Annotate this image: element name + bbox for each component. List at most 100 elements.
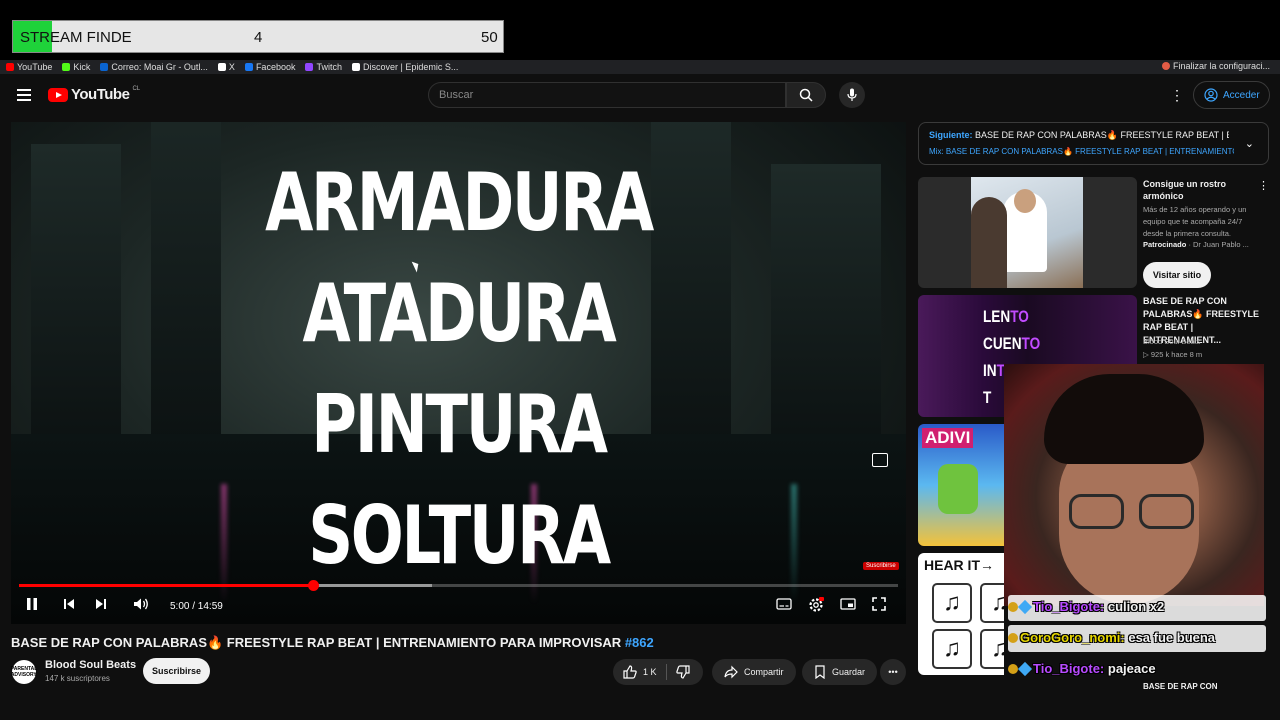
previous-icon	[64, 599, 74, 609]
bookmark-label: Kick	[73, 62, 91, 72]
youtube-play-icon	[48, 87, 68, 102]
chat-username: Tio_Bigote:	[1033, 661, 1105, 676]
pause-button[interactable]	[26, 597, 38, 614]
ad-image-head	[1014, 189, 1036, 213]
bookmark-item[interactable]: X	[217, 62, 235, 72]
up-next-prefix: Siguiente:	[929, 130, 973, 140]
subscribe-watermark[interactable]: Suscribirse	[863, 562, 899, 570]
ad-sponsored-label: Patrocinado	[1143, 240, 1187, 249]
bookmark-icon	[815, 665, 825, 679]
facebook-icon	[244, 63, 253, 71]
share-label: Compartir	[744, 667, 784, 677]
youtube-logo[interactable]: YouTube CL	[48, 86, 140, 103]
thumbnail-text: ADIVI	[922, 428, 974, 448]
more-actions-button[interactable]: •••	[880, 659, 906, 685]
visit-site-button[interactable]: Visitar sitio	[1143, 262, 1211, 288]
chat-text: pajeace	[1107, 661, 1156, 676]
dislike-icon[interactable]	[675, 665, 690, 679]
logo-text: YouTube	[71, 86, 130, 103]
thumb-word: T	[983, 388, 992, 407]
lyric-word: PINTURA	[311, 378, 608, 471]
channel-avatar[interactable]: PARENTAL ADVISORY	[11, 660, 37, 684]
video-hashtag[interactable]: #862	[625, 635, 654, 650]
cartoon-character	[938, 464, 978, 514]
lyric-word: SOLTURA	[308, 489, 611, 582]
bookmark-finish-setup[interactable]: Finalizar la configuraci...	[1161, 61, 1270, 71]
bookmark-label: Correo: Moai Gr - Outl...	[111, 62, 208, 72]
menu-icon[interactable]	[17, 89, 31, 101]
music-note-icon: ♫	[932, 629, 972, 669]
like-count[interactable]: 1 K	[643, 667, 657, 677]
bookmark-item[interactable]: Correo: Moai Gr - Outl...	[100, 62, 208, 72]
bookmark-label: YouTube	[17, 62, 53, 72]
bookmark-item[interactable]: Facebook	[244, 62, 296, 72]
signin-button[interactable]: Acceder	[1193, 81, 1270, 109]
outlook-icon	[100, 63, 109, 71]
thumbnail-text: HEAR IT→	[924, 557, 994, 573]
search-button[interactable]	[786, 82, 826, 108]
bookmark-item[interactable]: Discover | Epidemic S...	[351, 62, 459, 72]
search-input[interactable]: Buscar	[428, 82, 786, 108]
signin-label: Acceder	[1223, 89, 1260, 101]
video-player[interactable]: ARMADURA ATADURA PINTURA SOLTURA Suscrib…	[11, 122, 906, 624]
subtitles-button[interactable]	[776, 597, 792, 614]
played-bar	[19, 584, 313, 587]
country-code: CL	[132, 85, 141, 92]
video-thumbnail[interactable]: ADIVI	[918, 424, 1004, 546]
miniplayer-overlay-icon[interactable]	[872, 453, 888, 467]
bookmark-item[interactable]: Twitch	[305, 62, 342, 72]
search-icon	[799, 88, 813, 102]
save-label: Guardar	[832, 667, 866, 677]
chevron-down-icon[interactable]: ⌄	[1245, 137, 1254, 150]
chat-text: esa fue buena	[1128, 630, 1216, 645]
previous-button[interactable]	[63, 597, 75, 614]
ad-thumbnail[interactable]	[918, 177, 1137, 288]
sidebar-video-channel[interactable]: Blood Soul Beats	[1143, 337, 1201, 346]
next-icon	[96, 599, 106, 609]
bookmark-label: Facebook	[255, 62, 296, 72]
chat-message: GoroGoro_nomi: esa fue buena	[1008, 630, 1215, 645]
fullscreen-button[interactable]	[872, 597, 886, 614]
chat-username: GoroGoro_nomi:	[1020, 630, 1125, 645]
glasses-lens	[1069, 494, 1124, 529]
bookmark-label: X	[228, 62, 235, 72]
voice-search-button[interactable]	[839, 82, 865, 108]
channel-name[interactable]: Blood Soul Beats	[45, 659, 136, 671]
music-note-icon: ♫	[980, 629, 1004, 669]
diamond-badge-icon	[1017, 599, 1033, 615]
pause-icon	[27, 598, 37, 610]
up-next-banner[interactable]: Siguiente: BASE DE RAP CON PALABRAS🔥 FRE…	[918, 122, 1269, 165]
chat-message: Tio_Bigote: culion x2	[1008, 599, 1164, 615]
sub-badge-icon	[1008, 602, 1018, 612]
ad-description: Más de 12 años operando y un equipo que …	[1143, 205, 1247, 238]
music-note-icon: ♫	[932, 583, 972, 623]
bookmark-item[interactable]: Kick	[62, 62, 90, 72]
chat-username: Tio_Bigote:	[1033, 599, 1105, 614]
gear-icon	[809, 597, 824, 612]
progress-bar[interactable]	[19, 580, 898, 591]
youtube-icon	[6, 63, 14, 71]
ad-sponsor-line: Patrocinado · Dr Juan Pablo ...	[1143, 240, 1249, 249]
lyric-word: ARMADURA	[265, 156, 654, 249]
save-button[interactable]: Guardar	[802, 659, 878, 685]
volume-button[interactable]	[133, 597, 149, 614]
more-horizontal-icon: •••	[888, 667, 898, 677]
ad-title[interactable]: Consigue un rostro armónico	[1143, 178, 1253, 202]
subscribe-button[interactable]: Suscribirse	[143, 658, 210, 684]
like-icon[interactable]	[623, 665, 637, 679]
sidebar-video-title[interactable]: BASE DE RAP CON	[1143, 682, 1218, 691]
settings-kebab-icon[interactable]: ⋮	[1170, 87, 1184, 104]
miniplayer-button[interactable]	[840, 597, 856, 614]
bookmark-item[interactable]: YouTube	[6, 62, 52, 72]
video-thumbnail[interactable]: HEAR IT→ ♫ ♫ ♫ ♫	[918, 553, 1004, 675]
chat-message: Tio_Bigote: pajeace	[1008, 661, 1156, 677]
bookmark-label: Discover | Epidemic S...	[362, 62, 459, 72]
share-icon	[724, 665, 738, 679]
settings-button[interactable]	[808, 597, 824, 616]
webcam-overlay	[1004, 364, 1264, 606]
scrubber-handle[interactable]	[307, 580, 319, 591]
ad-menu-icon[interactable]: ⋮	[1258, 179, 1269, 192]
share-button[interactable]: Compartir	[712, 659, 796, 685]
next-button[interactable]	[95, 597, 107, 614]
microphone-icon	[847, 88, 857, 101]
